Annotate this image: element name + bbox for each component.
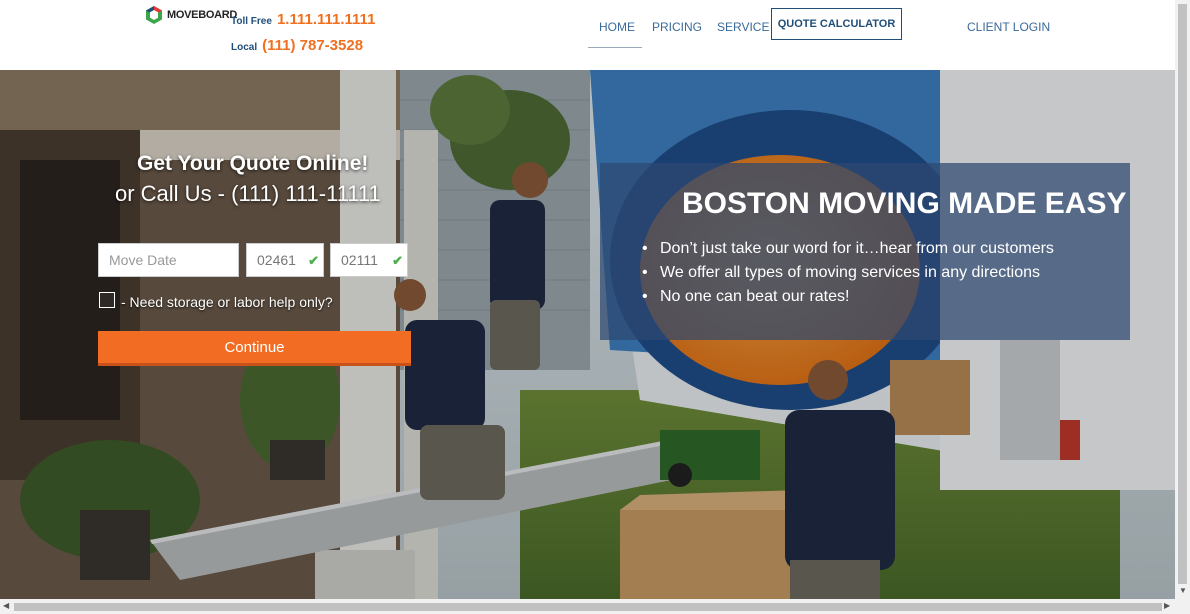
nav-pricing-link[interactable]: PRICING bbox=[652, 20, 702, 34]
quote-form-subtitle: or Call Us - (111) 111-11111 bbox=[115, 181, 381, 206]
toll-free-label: Toll Free bbox=[231, 16, 272, 27]
storage-checkbox-label: - Need storage or labor help only? bbox=[121, 294, 333, 310]
moveboard-logo[interactable]: MOVEBOARD bbox=[144, 5, 237, 25]
check-icon: ✔ bbox=[308, 253, 319, 268]
scroll-right-arrow-icon[interactable]: ▶ bbox=[1164, 601, 1170, 610]
promo-panel: BOSTON MOVING MADE EASY Don’t just take … bbox=[600, 163, 1130, 340]
site-header: MOVEBOARD Toll Free 1.111.111.1111 Local… bbox=[0, 0, 1175, 70]
check-icon: ✔ bbox=[392, 253, 403, 268]
local-label: Local bbox=[231, 42, 258, 53]
logo-text: MOVEBOARD bbox=[167, 9, 238, 21]
toll-free-phone: Toll Free 1.111.111.1111 bbox=[231, 11, 375, 28]
move-date-input[interactable]: Move Date bbox=[98, 243, 239, 277]
nav-service-link[interactable]: SERVICE bbox=[717, 20, 769, 34]
client-login-link[interactable]: CLIENT LOGIN bbox=[967, 20, 1050, 34]
zip-to-input[interactable]: 02111 ✔ bbox=[330, 243, 408, 277]
nav-active-underline bbox=[588, 47, 642, 48]
scroll-down-arrow-icon[interactable]: ▼ bbox=[1179, 586, 1187, 595]
logo-hexagon-icon bbox=[144, 5, 164, 25]
promo-bullet-list: Don’t just take our word for it…hear fro… bbox=[640, 237, 1054, 309]
horizontal-scrollbar[interactable] bbox=[0, 599, 1190, 614]
zip-from-input[interactable]: 02461 ✔ bbox=[246, 243, 324, 277]
hero-section: Get Your Quote Online! or Call Us - (111… bbox=[0, 70, 1175, 599]
quote-form-title: Get Your Quote Online! bbox=[137, 152, 369, 175]
horizontal-scrollbar-thumb[interactable] bbox=[14, 603, 1162, 611]
quote-calculator-button[interactable]: QUOTE CALCULATOR bbox=[771, 8, 902, 40]
promo-bullet: No one can beat our rates! bbox=[640, 285, 1054, 309]
nav-home-link[interactable]: HOME bbox=[599, 20, 635, 34]
vertical-scrollbar[interactable] bbox=[1175, 0, 1190, 599]
continue-button[interactable]: Continue bbox=[98, 331, 411, 366]
scroll-left-arrow-icon[interactable]: ◀ bbox=[3, 601, 9, 610]
local-phone: Local (111) 787-3528 bbox=[231, 37, 363, 54]
promo-title: BOSTON MOVING MADE EASY bbox=[682, 187, 1127, 220]
promo-bullet: We offer all types of moving services in… bbox=[640, 261, 1054, 285]
storage-checkbox[interactable] bbox=[99, 292, 115, 308]
local-number[interactable]: (111) 787-3528 bbox=[262, 37, 363, 54]
zip-to-value: 02111 bbox=[341, 252, 378, 268]
promo-bullet: Don’t just take our word for it…hear fro… bbox=[640, 237, 1054, 261]
toll-free-number[interactable]: 1.111.111.1111 bbox=[277, 11, 375, 28]
vertical-scrollbar-thumb[interactable] bbox=[1178, 4, 1187, 584]
zip-from-value: 02461 bbox=[257, 252, 296, 268]
